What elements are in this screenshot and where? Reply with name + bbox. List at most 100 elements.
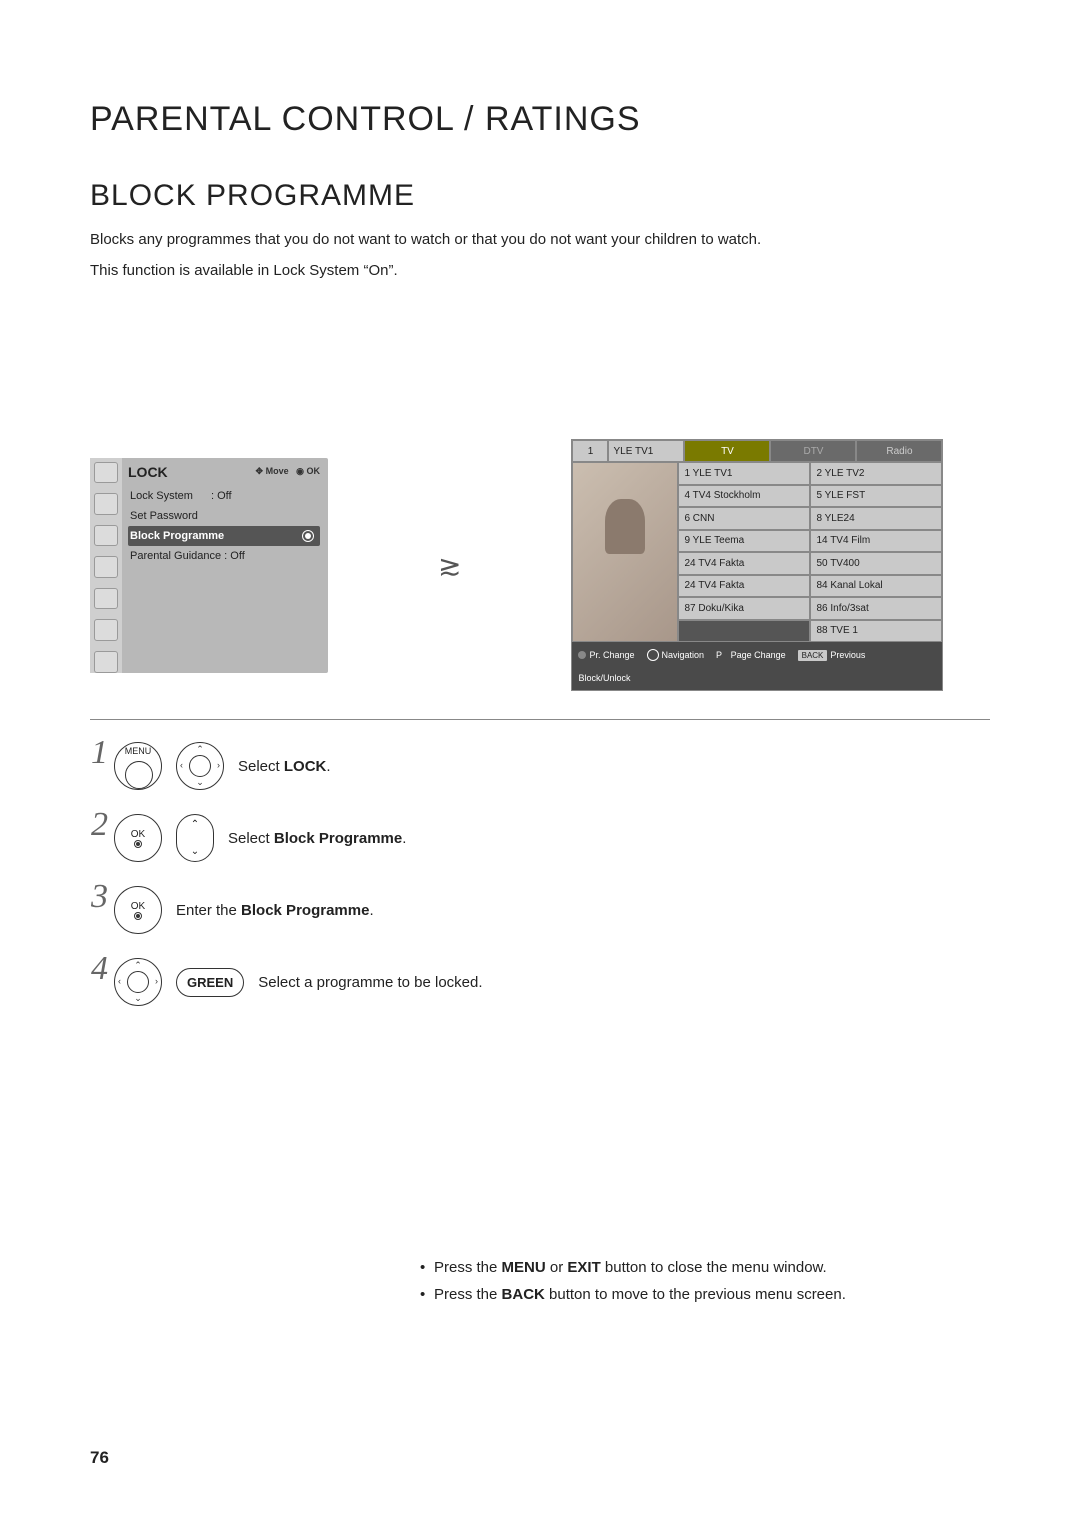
note-bold: BACK xyxy=(502,1286,545,1303)
dpad-right-icon: › xyxy=(217,760,220,770)
programme-item[interactable]: 5 YLE FST xyxy=(810,485,942,508)
step-text-bold: Block Programme xyxy=(241,902,369,919)
block-programme-label: Block Programme xyxy=(130,530,224,542)
programme-item[interactable]: 24 TV4 Fakta xyxy=(678,575,810,598)
ok-dot-icon xyxy=(134,840,142,848)
arrow-icon: ≳ xyxy=(438,549,461,582)
tab-radio[interactable]: Radio xyxy=(856,440,942,462)
programme-column-left: 1 YLE TV1 4 TV4 Stockholm 6 CNN 9 YLE Te… xyxy=(678,462,810,642)
footer-p-label: P xyxy=(716,650,722,660)
ok-button-label: OK xyxy=(131,901,145,912)
selected-indicator-icon xyxy=(302,530,314,542)
ok-hint: OK xyxy=(307,466,321,476)
step-2-text: Select Block Programme. xyxy=(228,830,406,847)
note-text: button to move to the previous menu scre… xyxy=(545,1286,846,1303)
set-password-label: Set Password xyxy=(130,510,198,522)
green-button[interactable]: GREEN xyxy=(176,968,244,997)
menu-icon xyxy=(94,493,118,515)
move-icon: ✥ xyxy=(256,466,264,476)
current-channel-name: YLE TV1 xyxy=(608,440,684,462)
ok-dot-icon xyxy=(134,912,142,920)
step-text-part: . xyxy=(326,758,330,775)
programme-item[interactable]: 87 Doku/Kika xyxy=(678,597,810,620)
step-text-part: . xyxy=(402,830,406,847)
programme-item[interactable]: 50 TV400 xyxy=(810,552,942,575)
note-bold: MENU xyxy=(502,1259,546,1276)
step-text-part: Enter the xyxy=(176,902,241,919)
programme-item[interactable]: 1 YLE TV1 xyxy=(678,462,810,485)
footer-navigation: Navigation xyxy=(662,650,705,660)
step-number-2: 2 xyxy=(90,806,108,844)
lock-menu-screenshot: LOCK ✥ Move ◉ OK Lock System : Off Set P… xyxy=(90,458,328,673)
lock-system-value: : Off xyxy=(211,490,232,502)
ok-button[interactable]: OK xyxy=(114,814,162,862)
programme-item[interactable]: 2 YLE TV2 xyxy=(810,462,942,485)
nav-icon xyxy=(647,649,659,661)
tab-tv[interactable]: TV xyxy=(684,440,770,462)
dpad-down-icon: ⌄ xyxy=(115,993,161,1004)
step-4-text: Select a programme to be locked. xyxy=(258,974,482,991)
step-text-part: . xyxy=(369,902,373,919)
bullet-icon xyxy=(578,651,586,659)
step-number-1: 1 xyxy=(90,734,108,772)
footer-block-unlock: Block/Unlock xyxy=(578,673,630,683)
note-bold: EXIT xyxy=(567,1259,600,1276)
preview-thumbnail xyxy=(572,462,678,642)
programme-item[interactable]: 9 YLE Teema xyxy=(678,530,810,553)
move-hint: Move xyxy=(266,466,289,476)
lock-system-row[interactable]: Lock System : Off xyxy=(128,486,320,506)
note-text: Press the xyxy=(434,1259,502,1276)
menu-icon xyxy=(94,556,118,578)
current-channel-number: 1 xyxy=(572,440,608,462)
notes-list: Press the MENU or EXIT button to close t… xyxy=(380,1259,846,1313)
step-text-bold: Block Programme xyxy=(274,830,402,847)
footer-pr-change: Pr. Change xyxy=(589,650,634,660)
programme-item[interactable]: 88 TVE 1 xyxy=(810,620,942,643)
step-text-part: Select xyxy=(238,758,284,775)
programme-column-right: 2 YLE TV2 5 YLE FST 8 YLE24 14 TV4 Film … xyxy=(810,462,942,642)
programme-item[interactable]: 4 TV4 Stockholm xyxy=(678,485,810,508)
block-programme-row[interactable]: Block Programme xyxy=(128,526,320,546)
intro-text-2: This function is available in Lock Syste… xyxy=(90,262,990,279)
programme-item[interactable]: 86 Info/3sat xyxy=(810,597,942,620)
lock-menu-icon-column xyxy=(90,458,122,673)
dpad-up-icon: ⌃ xyxy=(177,744,223,755)
programme-list-screenshot: 1 YLE TV1 TV DTV Radio 1 YLE TV1 4 TV4 S… xyxy=(571,439,943,691)
lock-menu-title: LOCK xyxy=(128,464,168,480)
section-title: BLOCK PROGRAMME xyxy=(90,179,990,213)
dpad-button[interactable]: ⌃ ⌄ ‹ › xyxy=(114,958,162,1006)
parental-guidance-row[interactable]: Parental Guidance : Off xyxy=(128,546,320,566)
set-password-row[interactable]: Set Password xyxy=(128,506,320,526)
step-3-text: Enter the Block Programme. xyxy=(176,902,374,919)
menu-button[interactable]: MENU xyxy=(114,742,162,790)
dpad-right-icon: › xyxy=(155,976,158,986)
note-1: Press the MENU or EXIT button to close t… xyxy=(420,1259,846,1276)
updown-button[interactable]: ⌃ ⌄ xyxy=(176,814,214,862)
back-badge: BACK xyxy=(798,650,828,661)
ok-icon: ◉ xyxy=(296,466,304,476)
programme-item[interactable]: 24 TV4 Fakta xyxy=(678,552,810,575)
menu-icon xyxy=(94,588,118,610)
step-text-bold: LOCK xyxy=(284,758,327,775)
programme-item[interactable]: 14 TV4 Film xyxy=(810,530,942,553)
footer-previous: Previous xyxy=(830,650,865,660)
programme-item[interactable]: 6 CNN xyxy=(678,507,810,530)
programme-item[interactable]: 8 YLE24 xyxy=(810,507,942,530)
lock-system-label: Lock System xyxy=(130,490,193,502)
intro-text-1: Blocks any programmes that you do not wa… xyxy=(90,231,990,248)
programme-item[interactable]: 84 Kanal Lokal xyxy=(810,575,942,598)
parental-guidance-label: Parental Guidance : Off xyxy=(130,550,245,562)
dpad-left-icon: ‹ xyxy=(180,760,183,770)
menu-button-inner-icon xyxy=(125,761,153,789)
down-icon: ⌄ xyxy=(177,846,213,857)
ok-button[interactable]: OK xyxy=(114,886,162,934)
tab-dtv[interactable]: DTV xyxy=(770,440,856,462)
menu-icon xyxy=(94,462,118,484)
step-number-4: 4 xyxy=(90,950,108,988)
dpad-button[interactable]: ⌃ ⌄ ‹ › xyxy=(176,742,224,790)
programme-item-empty xyxy=(678,620,810,643)
programme-list-footer: Pr. Change Navigation P Page Change BACK… xyxy=(572,642,942,690)
up-icon: ⌃ xyxy=(177,819,213,830)
step-number-3: 3 xyxy=(90,878,108,916)
menu-button-label: MENU xyxy=(115,746,161,756)
